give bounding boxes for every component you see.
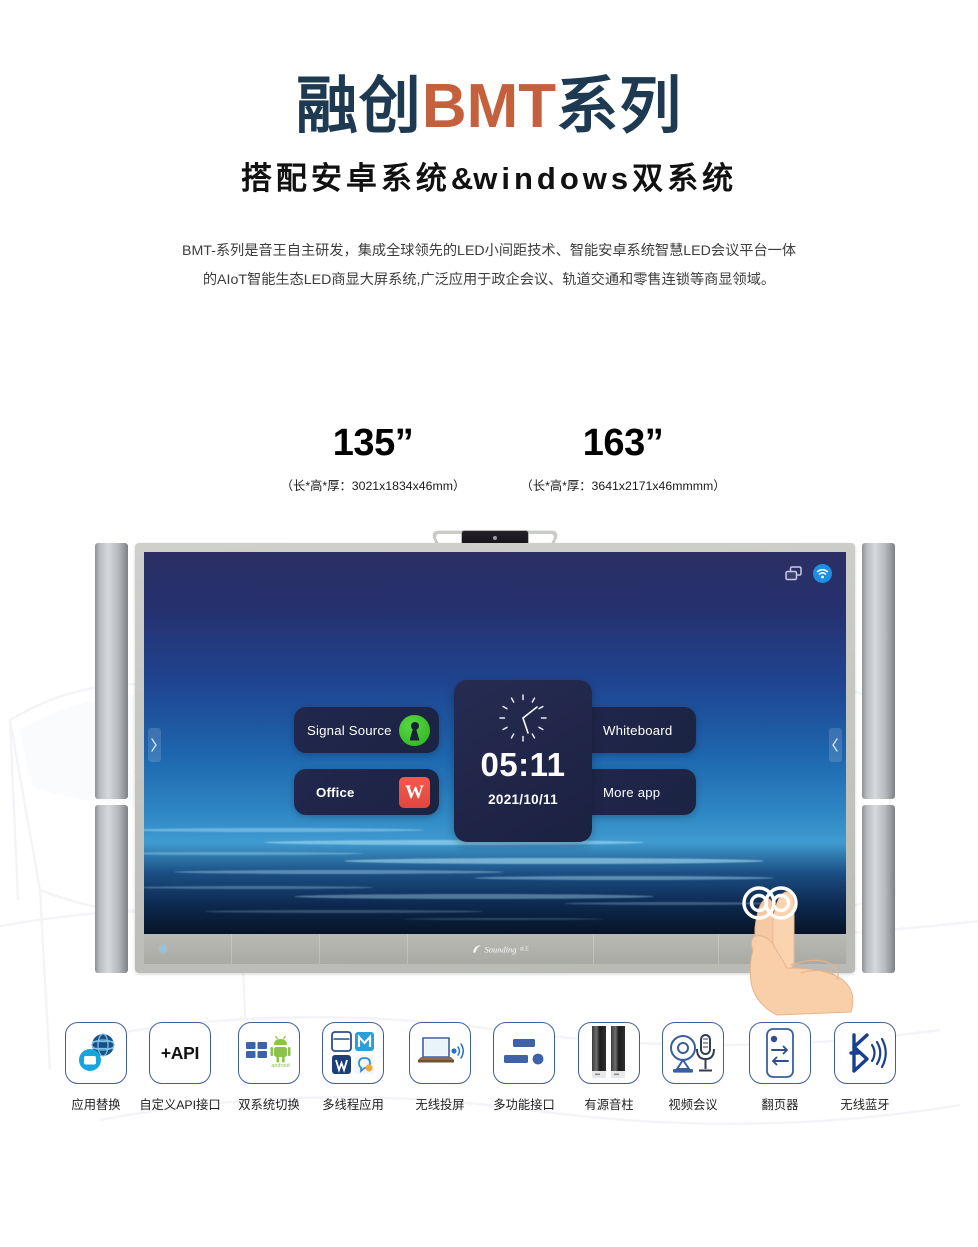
feature-label: 多线程应用	[322, 1098, 384, 1112]
tile-signal-source[interactable]: Signal Source	[294, 707, 439, 753]
brand-logo-text: Sounding	[484, 944, 517, 954]
power-led	[160, 946, 166, 952]
tile-label: Office	[316, 784, 355, 800]
feature-label: 无线蓝牙	[840, 1098, 890, 1112]
feature-label: 无线投屏	[415, 1098, 465, 1112]
speaker-column-left	[95, 543, 128, 973]
size-option-135: 135” （长*高*厚：3021x1834x46mm）	[253, 424, 493, 494]
wps-office-icon: W	[399, 776, 430, 808]
speaker-column-icon	[578, 1022, 640, 1084]
size-dimensions: （长*高*厚：3641x2171x46mmmm）	[520, 479, 726, 493]
title-part-2: 系列	[556, 72, 683, 141]
multi-port-icon	[493, 1022, 555, 1084]
signal-source-icon	[399, 714, 430, 746]
bluetooth-icon	[834, 1022, 896, 1084]
subtitle-ampersand: &	[450, 161, 474, 197]
tile-label: Whiteboard	[603, 722, 673, 738]
two-finger-touch-icon	[742, 886, 798, 920]
feature-multithread[interactable]: 多线程应用	[310, 1022, 396, 1113]
brand-logo-cn: 音王	[519, 946, 530, 951]
feature-label: 翻页器	[761, 1098, 799, 1112]
page-subtitle: 搭配安卓系统&windows双系统	[0, 153, 978, 198]
api-text: +API	[160, 1042, 200, 1063]
page-turner-icon	[749, 1022, 811, 1084]
feature-speaker-column[interactable]: 有源音柱	[566, 1022, 652, 1113]
size-dimensions: （长*高*厚：3021x1834x46mm）	[280, 479, 466, 493]
feature-wireless-cast[interactable]: 无线投屏	[397, 1022, 483, 1113]
feature-label: 双系统切换	[238, 1098, 300, 1112]
product-description: BMT-系列是音王自主研发，集成全球领先的LED小间距技术、智能安卓系统智慧LE…	[124, 237, 854, 295]
subtitle-part-1: 搭配安卓系统	[240, 161, 451, 197]
size-inches: 163”	[582, 422, 664, 464]
feature-page-turner[interactable]: 翻页器	[737, 1022, 823, 1113]
feature-label: 自定义API接口	[139, 1098, 221, 1112]
speaker-column-right	[862, 543, 895, 973]
title-accent-bmt: BMT	[421, 72, 557, 141]
subtitle-part-2: windows双系统	[473, 161, 738, 197]
title-part-1: 融创	[295, 72, 422, 141]
tile-label: More app	[603, 784, 661, 800]
feature-label: 视频会议	[668, 1098, 718, 1112]
clock-widget[interactable]: 05:11 2021/10/11	[454, 680, 592, 842]
page-title: 融创BMT系列	[0, 74, 978, 139]
feature-dual-system[interactable]: android 双系统切换	[226, 1022, 312, 1113]
feature-label: 有源音柱	[584, 1098, 634, 1112]
description-line-2: 的AIoT智能生态LED商显大屏系统,广泛应用于政企会议、轨道交通和零售连锁等商…	[202, 272, 776, 289]
app-replace-icon	[65, 1022, 127, 1084]
dual-system-icon: android	[238, 1022, 300, 1084]
size-option-163: 163” （长*高*厚：3641x2171x46mmmm）	[503, 424, 743, 494]
analog-clock-icon	[497, 692, 549, 744]
video-conference-icon	[662, 1022, 724, 1084]
feature-label: 应用替换	[71, 1098, 121, 1112]
feature-bluetooth[interactable]: 无线蓝牙	[822, 1022, 908, 1113]
wireless-cast-icon	[409, 1022, 471, 1084]
feature-label: 多功能接口	[493, 1098, 555, 1112]
clock-time: 05:11	[480, 746, 566, 783]
feature-video-conference[interactable]: 视频会议	[650, 1022, 736, 1113]
size-inches: 135”	[332, 422, 414, 464]
touch-hand-illustration	[725, 872, 865, 1017]
brand-logo: Sounding 音王	[471, 944, 529, 955]
page-header: 融创BMT系列 搭配安卓系统&windows双系统 BMT-系列是音王自主研发，…	[0, 0, 978, 295]
tile-label: Signal Source	[307, 722, 392, 738]
feature-custom-api[interactable]: +API 自定义API接口	[137, 1022, 223, 1113]
tile-office[interactable]: Office W	[294, 769, 439, 815]
clock-date: 2021/10/11	[488, 792, 558, 807]
description-line-1: BMT-系列是音王自主研发，集成全球领先的LED小间距技术、智能安卓系统智慧LE…	[181, 243, 797, 260]
api-icon: +API	[149, 1022, 211, 1084]
feature-app-replace[interactable]: 应用替换	[53, 1022, 139, 1113]
svg-text:android: android	[271, 1063, 289, 1069]
feature-multi-port[interactable]: 多功能接口	[481, 1022, 567, 1113]
brand-mark-icon	[472, 945, 481, 953]
multithread-apps-icon	[322, 1022, 384, 1084]
